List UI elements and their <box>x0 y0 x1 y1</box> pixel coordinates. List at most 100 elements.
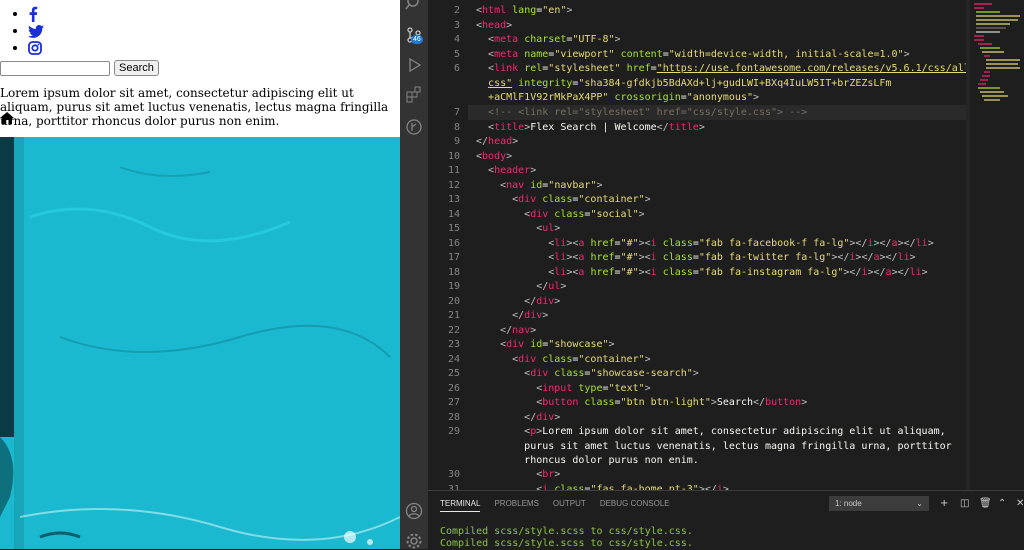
add-terminal-icon[interactable]: + <box>940 498 948 509</box>
run-debug-icon[interactable] <box>405 56 423 74</box>
line-number: 22 <box>447 324 460 336</box>
code-line: <div id="showcase"> <box>500 339 615 350</box>
git-graph-icon[interactable] <box>405 118 423 136</box>
line-number: 24 <box>447 353 460 365</box>
vscode-window: 46 2 <html lang="en"> 3 <head> 4 <meta c… <box>400 0 1024 550</box>
code-line: <p>Lorem ipsum dolor sit amet, consectet… <box>524 426 952 466</box>
terminal-output-line: Compiled scss/style.scss to css/style.cs… <box>440 538 693 549</box>
code-line: </div> <box>524 295 561 307</box>
line-number: 8 <box>453 121 460 133</box>
code-line: <header> <box>488 165 537 176</box>
terminal-select-value: 1: node <box>835 499 862 508</box>
browser-preview: Search Lorem ipsum dolor sit amet, conse… <box>0 0 400 549</box>
code-line: <nav id="navbar"> <box>500 179 603 191</box>
line-number: 17 <box>447 252 460 263</box>
panel-tabs: TERMINAL PROBLEMS OUTPUT DEBUG CONSOLE <box>440 499 670 512</box>
split-terminal-icon[interactable]: ◫ <box>960 498 969 509</box>
home-icon <box>0 112 14 124</box>
line-number: 30 <box>447 469 460 480</box>
code-line: <i class="fas fa-home pt-3"></i> <box>536 483 729 491</box>
line-number: 2 <box>453 5 460 16</box>
line-number: 13 <box>447 194 460 205</box>
line-number: 4 <box>453 34 460 45</box>
tab-problems[interactable]: PROBLEMS <box>494 499 538 512</box>
line-number: 10 <box>447 150 460 162</box>
social-item-facebook[interactable] <box>28 6 44 23</box>
line-number: 19 <box>447 281 460 292</box>
instagram-icon[interactable] <box>28 41 42 55</box>
line-number: 3 <box>453 19 460 31</box>
code-line: </div> <box>524 411 561 423</box>
trash-icon[interactable]: 🗑 <box>979 498 992 509</box>
code-line: <div class="container"> <box>512 353 651 365</box>
social-list <box>0 6 44 57</box>
gear-icon[interactable] <box>405 532 423 550</box>
line-number: 31 <box>447 483 460 491</box>
code-line: <!-- <link rel="stylesheet" href="css/st… <box>488 107 808 118</box>
line-number: 9 <box>453 136 460 147</box>
code-line: <div class="showcase-search"> <box>524 368 699 379</box>
minimap[interactable] <box>970 0 1024 130</box>
line-number: 28 <box>447 411 460 423</box>
search-input[interactable] <box>0 60 110 76</box>
social-item-instagram[interactable] <box>28 40 44 57</box>
code-line: <div class="social"> <box>524 208 645 220</box>
twitter-icon[interactable] <box>28 24 44 38</box>
source-control-badge: 46 <box>411 35 423 44</box>
extensions-icon[interactable] <box>405 86 423 104</box>
line-number: 26 <box>447 382 460 394</box>
code-line: <div class="container"> <box>512 194 651 205</box>
line-number: 27 <box>447 397 460 408</box>
code-line: </div> <box>512 310 549 321</box>
account-icon[interactable] <box>405 502 423 520</box>
code-line: <input type="text"> <box>536 382 651 394</box>
code-line: </ul> <box>536 281 567 292</box>
code-line: <head> <box>476 19 513 31</box>
code-line: <meta name="viewport" content="width=dev… <box>488 48 910 60</box>
code-line: </nav> <box>500 324 537 336</box>
code-line: <li><a href="#"><i class="fab fa-instagr… <box>548 266 928 278</box>
code-line: <li><a href="#"><i class="fab fa-faceboo… <box>548 237 934 249</box>
line-number: 7 <box>453 107 460 118</box>
search-button[interactable]: Search <box>114 60 159 76</box>
code-line: <li><a href="#"><i class="fab fa-twitter… <box>548 252 916 263</box>
line-number: 25 <box>447 368 460 379</box>
code-line: <ul> <box>536 223 561 234</box>
line-number: 5 <box>453 48 460 60</box>
code-line: <button class="btn btn-light">Search</bu… <box>536 397 808 408</box>
chevron-up-icon[interactable]: ⌃ <box>998 498 1006 509</box>
facebook-f-icon[interactable] <box>28 6 38 22</box>
line-number: 20 <box>447 295 460 307</box>
texture-image <box>0 137 400 549</box>
tab-debug-console[interactable]: DEBUG CONSOLE <box>600 499 670 512</box>
line-number: 6 <box>453 63 460 74</box>
close-icon[interactable]: ✕ <box>1016 498 1024 509</box>
tab-terminal[interactable]: TERMINAL <box>440 499 481 512</box>
line-number: 29 <box>447 426 460 437</box>
code-editor[interactable]: 2 <html lang="en"> 3 <head> 4 <meta char… <box>428 0 968 490</box>
showcase-search: Search <box>0 60 159 76</box>
line-number: 16 <box>447 237 460 249</box>
code-line: <link rel="stylesheet" href="https://use… <box>488 63 968 103</box>
code-line: <html lang="en"> <box>476 5 573 16</box>
code-line: <title>Flex Search | Welcome</title> <box>488 121 705 133</box>
code-line: <body> <box>476 150 513 162</box>
social-item-twitter[interactable] <box>28 23 44 40</box>
chevron-down-icon: ⌄ <box>916 499 923 508</box>
line-number: 23 <box>447 339 460 350</box>
activity-bar: 46 <box>400 0 428 549</box>
line-number: 15 <box>447 223 460 234</box>
tab-output[interactable]: OUTPUT <box>553 499 586 512</box>
showcase-background-image <box>0 137 400 549</box>
terminal-select[interactable]: 1: node ⌄ <box>829 496 929 511</box>
line-number: 21 <box>447 310 460 321</box>
code-line: <br> <box>536 469 561 480</box>
line-number: 11 <box>447 165 460 176</box>
code-line: </head> <box>476 136 519 147</box>
showcase-paragraph: Lorem ipsum dolor sit amet, consectetur … <box>0 86 389 128</box>
line-number: 14 <box>447 208 460 220</box>
code-line: <meta charset="UTF-8"> <box>488 34 621 45</box>
search-icon[interactable] <box>405 0 423 12</box>
line-number: 18 <box>447 266 460 278</box>
line-number: 12 <box>447 179 460 191</box>
